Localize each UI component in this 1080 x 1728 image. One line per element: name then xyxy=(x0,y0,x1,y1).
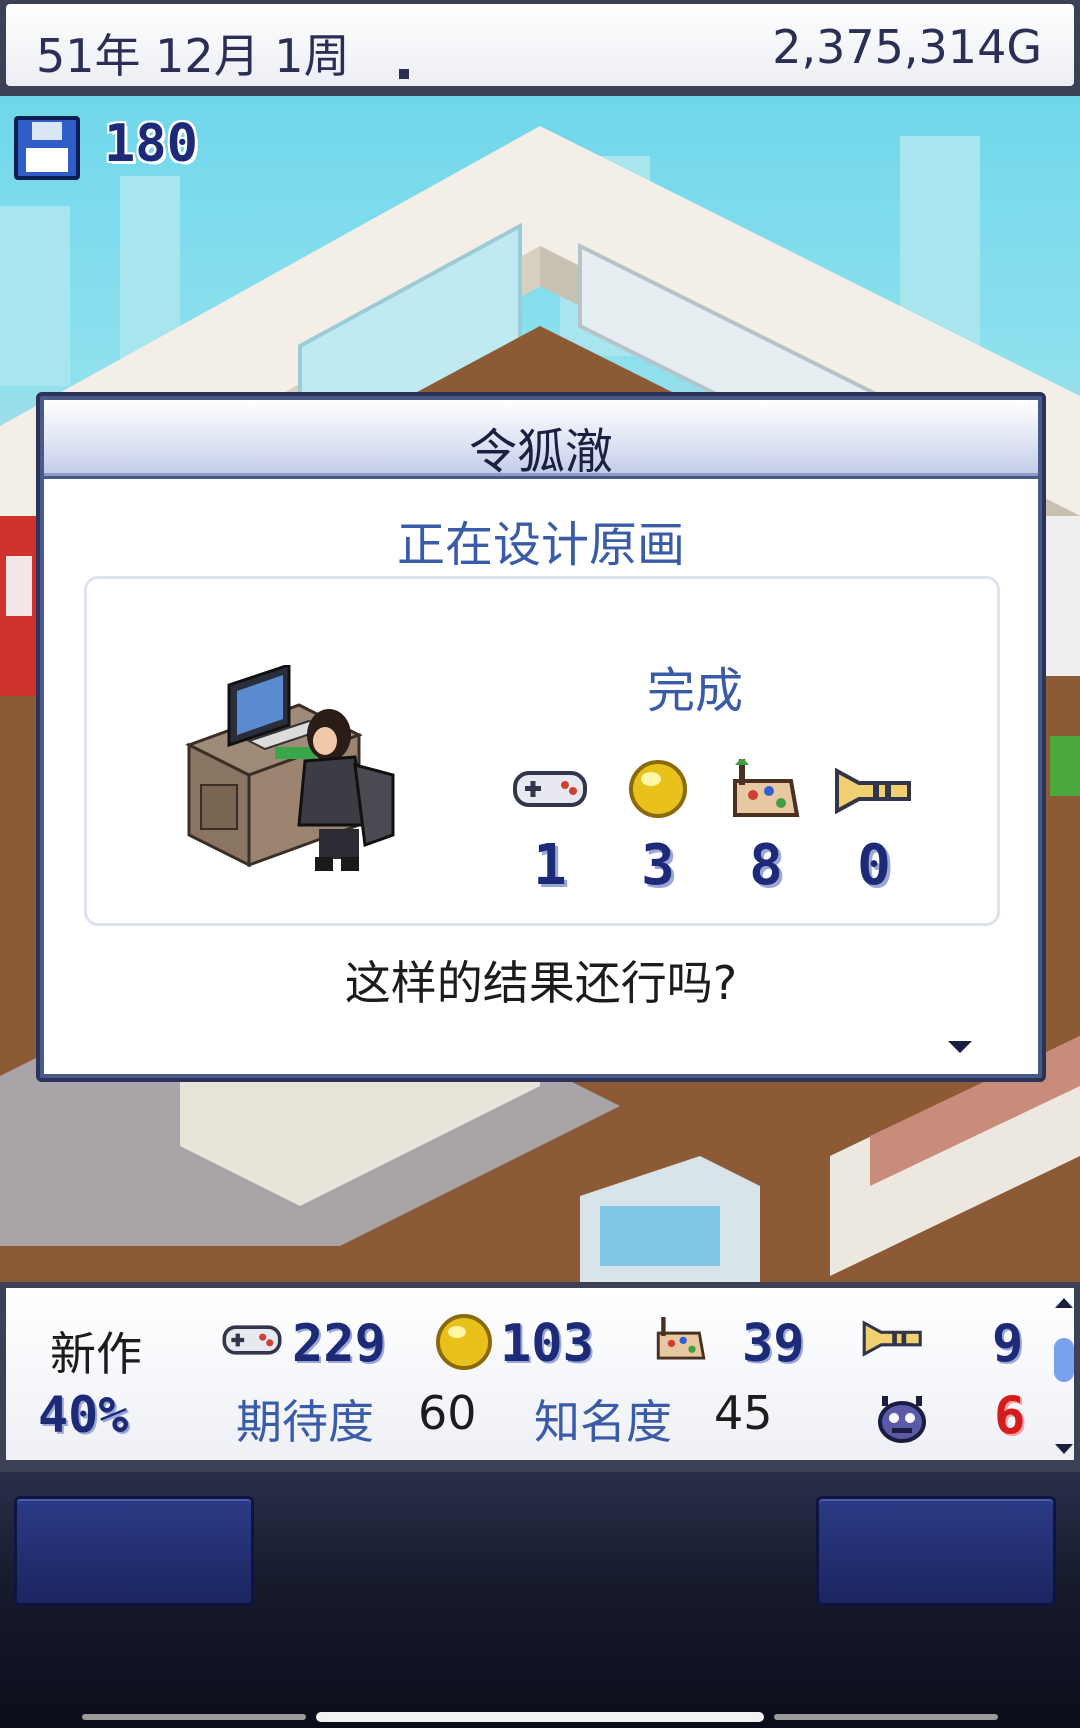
confirm-question: 这样的结果还行吗? xyxy=(344,956,738,1010)
stat-creativity: 3 xyxy=(613,759,703,899)
stat-sound: 0 xyxy=(829,759,919,899)
continue-arrow-icon[interactable] xyxy=(948,1041,972,1053)
trumpet-icon xyxy=(862,1320,922,1357)
home-indicator[interactable] xyxy=(316,1712,764,1722)
scroll-down-icon[interactable] xyxy=(1055,1444,1073,1454)
art-palette-icon xyxy=(656,1317,706,1360)
art-palette-icon xyxy=(733,759,800,817)
scroll-up-icon[interactable] xyxy=(1055,1298,1073,1308)
project-fun-value: 229 xyxy=(292,1314,386,1374)
left-menu-button[interactable] xyxy=(14,1496,254,1606)
project-progress: 40% xyxy=(38,1386,129,1444)
project-graphics-value: 39 xyxy=(742,1314,805,1374)
fame-value: 45 xyxy=(714,1386,773,1440)
stat-fun-value: 1 xyxy=(533,833,567,898)
bug-icon xyxy=(878,1396,926,1443)
date-tick-marker xyxy=(399,69,409,79)
project-info-panel: 新作 40% 229 103 39 9 期待度 60 知名度 45 6 xyxy=(0,1282,1080,1472)
dialog-header: 令狐澈 xyxy=(44,400,1038,480)
dialog-body: 正在设计原画 完成 1 3 8 0 这样的结果还行吗? xyxy=(44,479,1038,1074)
stat-graphics-value: 8 xyxy=(749,833,783,898)
home-indicator-right xyxy=(774,1714,998,1720)
expectation-label: 期待度 xyxy=(236,1395,374,1449)
project-sound-value: 9 xyxy=(992,1314,1024,1374)
fame-label: 知名度 xyxy=(534,1395,672,1449)
staff-name: 令狐澈 xyxy=(468,424,613,480)
right-menu-button[interactable] xyxy=(816,1496,1056,1606)
gamepad-icon xyxy=(513,771,587,807)
floppy-disk-icon[interactable] xyxy=(14,116,80,180)
project-creativity-value: 103 xyxy=(500,1314,594,1374)
project-label: 新作 xyxy=(50,1327,142,1381)
home-indicator-left xyxy=(82,1714,306,1720)
research-points: 180 xyxy=(104,114,198,174)
status-panel: 51年 12月 1周 2,375,314G xyxy=(6,4,1074,86)
stat-sound-value: 0 xyxy=(857,833,891,898)
task-description: 正在设计原画 xyxy=(396,517,685,573)
floppy-label xyxy=(26,148,68,172)
stat-graphics: 8 xyxy=(721,759,811,899)
scroll-thumb[interactable] xyxy=(1054,1338,1074,1382)
gold-orb-icon xyxy=(629,760,687,818)
bottom-controls xyxy=(0,1472,1080,1728)
expectation-value: 60 xyxy=(418,1386,477,1440)
stat-fun: 1 xyxy=(505,759,595,899)
staff-at-desk-icon xyxy=(185,665,395,871)
info-scrollbar[interactable] xyxy=(1052,1298,1076,1454)
game-date: 51年 12月 1周 xyxy=(36,29,350,83)
stat-creativity-value: 3 xyxy=(641,833,675,898)
result-box: 完成 1 3 8 0 xyxy=(84,576,1000,926)
top-status-bar: 51年 12月 1周 2,375,314G xyxy=(0,0,1080,96)
bug-count: 6 xyxy=(994,1386,1026,1446)
project-info-inner: 新作 40% 229 103 39 9 期待度 60 知名度 45 6 xyxy=(6,1288,1074,1460)
result-label: 完成 xyxy=(647,663,744,719)
money-balance: 2,375,314G xyxy=(772,20,1042,74)
gold-orb-icon xyxy=(436,1314,492,1370)
trumpet-icon xyxy=(835,767,911,815)
staff-result-dialog[interactable]: 令狐澈 正在设计原画 完成 1 3 8 0 这样的结果还行吗? xyxy=(36,392,1046,1082)
floppy-shutter xyxy=(32,122,62,140)
gamepad-icon xyxy=(222,1325,282,1355)
